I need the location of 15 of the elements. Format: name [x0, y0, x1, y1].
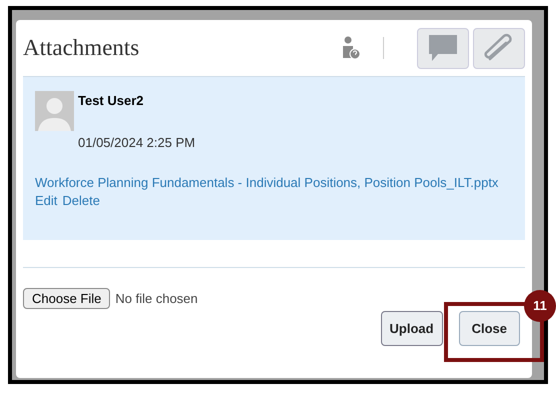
close-button[interactable]: Close: [458, 311, 520, 346]
comment-button[interactable]: [417, 28, 469, 68]
choose-file-button[interactable]: Choose File: [23, 288, 110, 309]
avatar-icon: [35, 91, 74, 131]
edit-link[interactable]: Edit: [35, 192, 58, 210]
attachment-button[interactable]: [473, 28, 525, 68]
speech-bubble-icon: [428, 34, 458, 62]
dialog-title: Attachments: [23, 34, 140, 62]
upload-button[interactable]: Upload: [380, 311, 443, 346]
timestamp: 01/05/2024 2:25 PM: [78, 134, 196, 152]
user-name: Test User2: [78, 92, 145, 110]
file-status: No file chosen: [115, 290, 198, 308]
file-link[interactable]: Workforce Planning Fundamentals - Individual Positions, Position Pools_ILT.pptx: [35, 174, 513, 192]
delete-link[interactable]: Delete: [62, 192, 100, 210]
person-help-icon[interactable]: [341, 36, 361, 60]
